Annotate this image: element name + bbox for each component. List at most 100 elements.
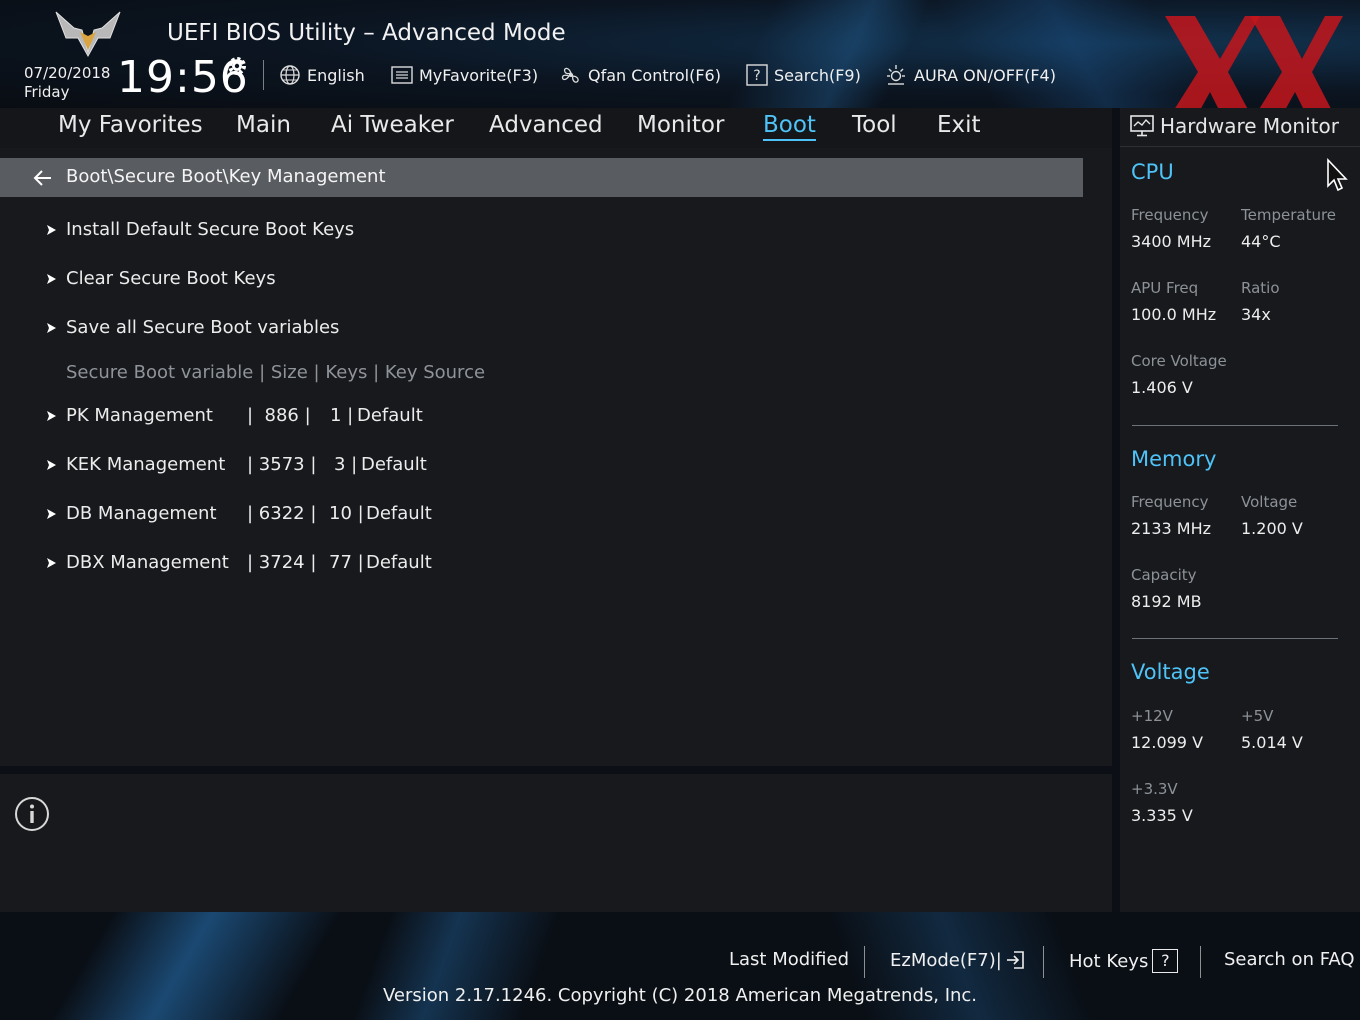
chevron-right-icon — [47, 410, 56, 421]
apu-freq-label: APU Freq — [1131, 279, 1199, 297]
v12-label: +12V — [1131, 707, 1173, 725]
core-voltage-label: Core Voltage — [1131, 352, 1227, 370]
tab-main[interactable]: Main — [236, 112, 291, 138]
memory-voltage-label: Voltage — [1241, 493, 1298, 511]
capacity-label: Capacity — [1131, 566, 1197, 584]
date-text: 07/20/2018 — [24, 64, 111, 82]
cpu-frequency-label: Frequency — [1131, 206, 1209, 224]
row-name: KEK Management — [66, 454, 226, 475]
aura-light-icon — [887, 65, 905, 85]
tab-monitor[interactable]: Monitor — [637, 112, 724, 138]
kek-management-item[interactable]: KEK Management — [44, 454, 225, 475]
help-key-icon: ? — [1152, 949, 1179, 973]
myfavorite-button[interactable]: MyFavorite(F3) — [391, 63, 538, 87]
row-source: Default — [357, 405, 423, 426]
hardware-monitor-title: Hardware Monitor — [1130, 114, 1339, 138]
row-size: | 3573 | — [247, 454, 317, 475]
chevron-right-icon — [47, 508, 56, 519]
cpu-frequency-value: 3400 MHz — [1131, 232, 1212, 251]
row-name: DB Management — [66, 503, 217, 524]
tab-advanced[interactable]: Advanced — [489, 112, 603, 138]
ratio-label: Ratio — [1241, 279, 1280, 297]
last-modified-label: Last Modified — [729, 949, 850, 970]
cpu-temperature-value: 44°C — [1241, 232, 1281, 251]
clear-keys-item[interactable]: Clear Secure Boot Keys — [44, 268, 276, 289]
menu-item-label: Save all Secure Boot variables — [66, 317, 340, 338]
row-source: Default — [366, 503, 432, 524]
header-separator — [263, 60, 264, 90]
day-text: Friday — [24, 83, 70, 101]
menu-item-label: Install Default Secure Boot Keys — [66, 219, 355, 240]
capacity-value: 8192 MB — [1131, 592, 1202, 611]
install-default-keys-item[interactable]: Install Default Secure Boot Keys — [44, 219, 354, 240]
gear-icon[interactable] — [225, 54, 249, 78]
tab-my-favorites[interactable]: My Favorites — [58, 112, 203, 138]
version-text: Version 2.17.1246. Copyright (C) 2018 Am… — [382, 985, 978, 1006]
language-button[interactable]: English — [279, 63, 365, 87]
footer-separator — [1200, 946, 1201, 978]
memory-divider — [1132, 638, 1338, 639]
row-keys: 1 | — [330, 405, 354, 426]
search-button[interactable]: ? Search(F9) — [746, 63, 861, 87]
chevron-right-icon — [47, 273, 56, 284]
chevron-right-icon — [47, 557, 56, 568]
qfan-control-button[interactable]: Qfan Control(F6) — [560, 63, 721, 87]
row-size: | 6322 | — [247, 503, 317, 524]
app-title: UEFI BIOS Utility – Advanced Mode — [167, 20, 566, 46]
row-size: | 886 | — [247, 405, 311, 426]
back-arrow-icon[interactable] — [33, 168, 53, 188]
tab-exit[interactable]: Exit — [937, 112, 981, 138]
info-panel — [0, 774, 1112, 912]
memory-frequency-label: Frequency — [1131, 493, 1209, 511]
v33-value: 3.335 V — [1131, 806, 1193, 825]
cpu-divider — [1132, 425, 1338, 426]
row-source: Default — [366, 552, 432, 573]
hw-header-separator — [1120, 146, 1360, 147]
language-label: English — [307, 65, 365, 85]
favorite-list-icon — [391, 66, 413, 84]
tab-boot[interactable]: Boot — [763, 112, 816, 141]
search-label: Search(F9) — [774, 65, 861, 85]
row-keys: 77 | — [329, 552, 364, 573]
dbx-management-item[interactable]: DBX Management — [44, 552, 229, 573]
aura-toggle-button[interactable]: AURA ON/OFF(F4) — [884, 63, 1056, 87]
main-nav: My Favorites Main Ai Tweaker Advanced Mo… — [0, 108, 1112, 148]
globe-icon — [280, 65, 300, 85]
v5-value: 5.014 V — [1241, 733, 1303, 752]
last-modified-button[interactable]: Last Modified — [729, 949, 849, 970]
hot-keys-label: Hot Keys — [1069, 950, 1149, 972]
core-voltage-value: 1.406 V — [1131, 378, 1193, 397]
myfavorite-label: MyFavorite(F3) — [419, 65, 539, 85]
search-faq-label: Search on FAQ — [1224, 949, 1355, 970]
footer-bar: Last Modified EzMode(F7)| Hot Keys ? Sea… — [0, 912, 1360, 1020]
tab-ai-tweaker[interactable]: Ai Tweaker — [331, 112, 454, 138]
memory-voltage-value: 1.200 V — [1241, 519, 1303, 538]
db-management-item[interactable]: DB Management — [44, 503, 217, 524]
v33-label: +3.3V — [1131, 780, 1178, 798]
row-keys: 10 | — [329, 503, 364, 524]
breadcrumb-bar[interactable]: Boot\Secure Boot\Key Management — [0, 158, 1083, 197]
save-variables-item[interactable]: Save all Secure Boot variables — [44, 317, 339, 338]
ezmode-button[interactable]: EzMode(F7)| — [890, 949, 1026, 971]
search-faq-button[interactable]: Search on FAQ — [1224, 949, 1355, 970]
hardware-monitor-label: Hardware Monitor — [1160, 114, 1339, 138]
v12-value: 12.099 V — [1131, 733, 1204, 752]
ezmode-label: EzMode(F7)| — [890, 949, 1002, 971]
row-source: Default — [361, 454, 427, 475]
info-icon — [15, 797, 49, 831]
date-display: 07/20/2018 Friday — [24, 64, 110, 102]
chevron-right-icon — [47, 224, 56, 235]
footer-separator — [864, 946, 865, 978]
help-box-icon: ? — [746, 64, 768, 86]
apu-freq-value: 100.0 MHz — [1131, 305, 1217, 324]
mouse-cursor-icon — [1327, 158, 1348, 192]
tab-tool[interactable]: Tool — [852, 112, 897, 138]
row-size: | 3724 | — [247, 552, 317, 573]
cpu-heading: CPU — [1131, 160, 1174, 184]
pk-management-item[interactable]: PK Management — [44, 405, 213, 426]
hot-keys-button[interactable]: Hot Keys ? — [1069, 949, 1179, 973]
cpu-temperature-label: Temperature — [1241, 206, 1337, 224]
main-panel: Boot\Secure Boot\Key Management Install … — [0, 148, 1112, 766]
row-name: PK Management — [66, 405, 213, 426]
voltage-heading: Voltage — [1131, 660, 1210, 684]
